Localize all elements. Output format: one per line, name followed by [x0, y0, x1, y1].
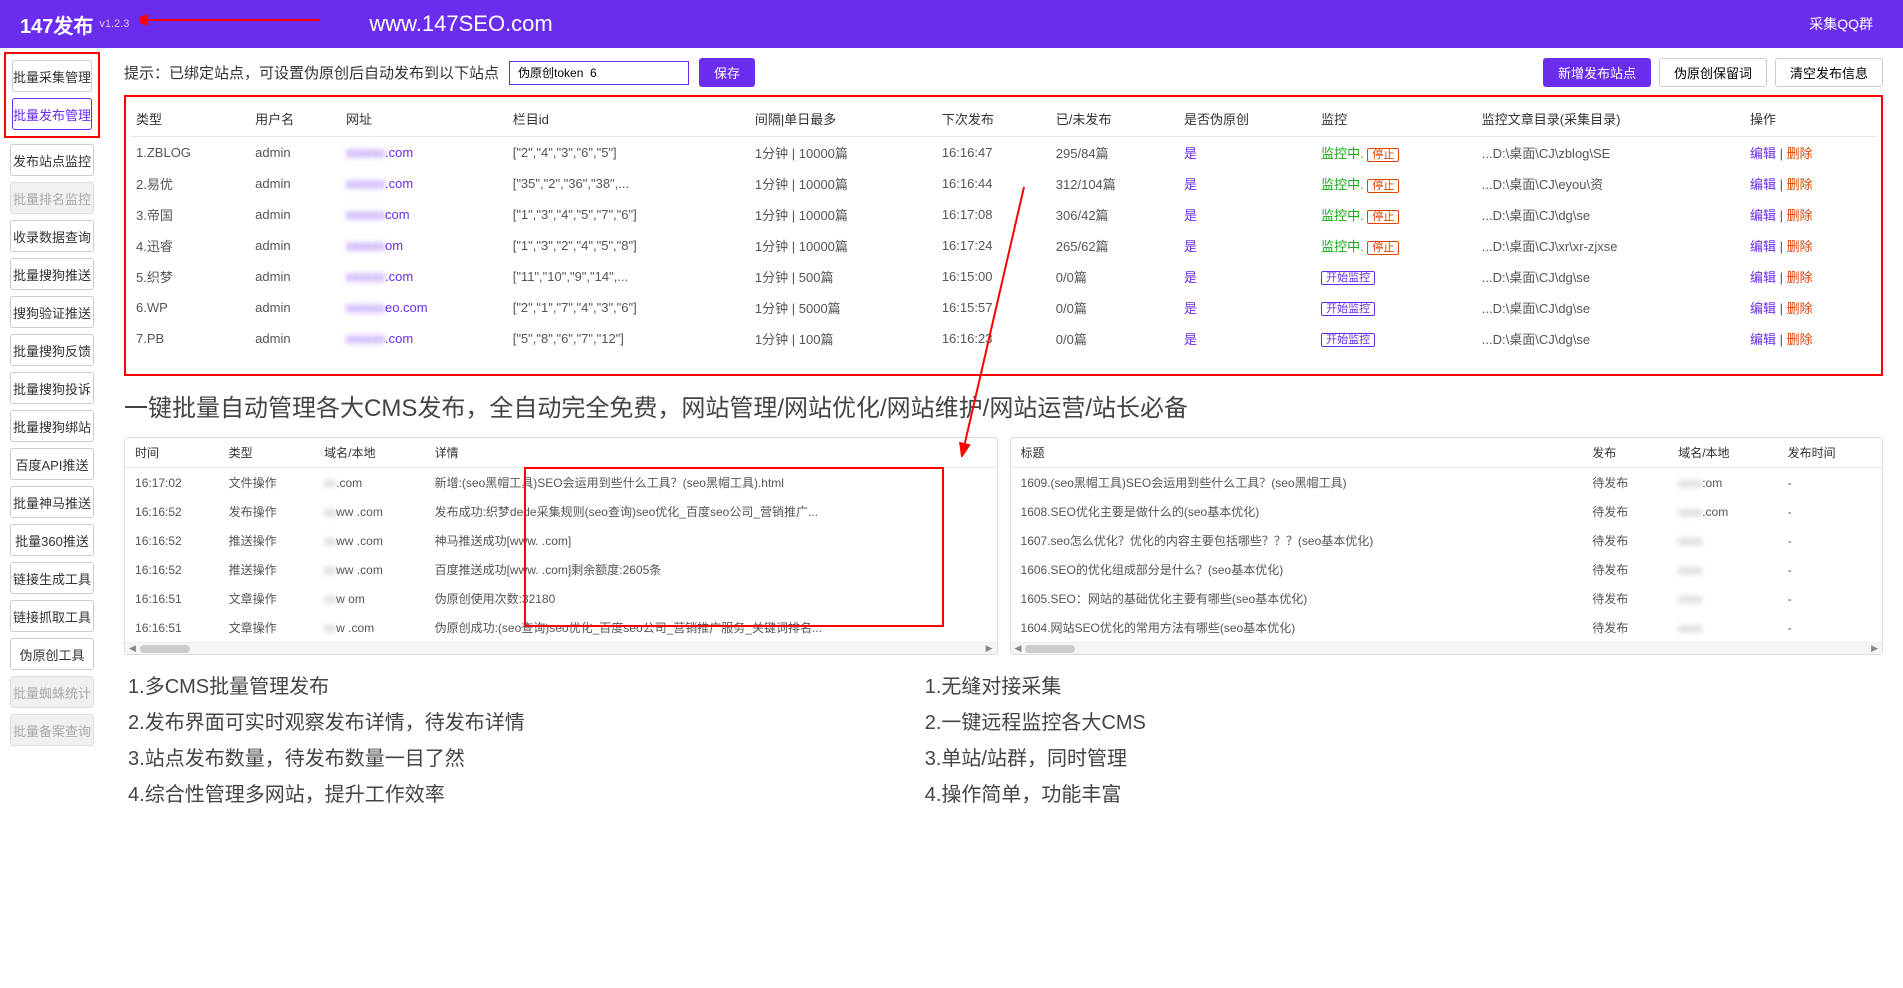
- table-row: 5.织梦adminxxxxxx.com["11","10","9","14",.…: [130, 261, 1877, 292]
- sidebar-item-5[interactable]: 批量搜狗推送: [10, 258, 94, 290]
- col-header: 监控文章目录(采集目录): [1476, 101, 1744, 137]
- delete-link[interactable]: 删除: [1787, 270, 1813, 285]
- stop-monitor-button[interactable]: 停止: [1367, 241, 1399, 255]
- edit-link[interactable]: 编辑: [1750, 270, 1776, 285]
- table-row: 1.ZBLOGadminxxxxxx.com["2","4","3","6","…: [130, 137, 1877, 169]
- sidebar-item-6[interactable]: 搜狗验证推送: [10, 296, 94, 328]
- sidebar-item-3: 批量排名监控: [10, 182, 94, 214]
- stop-monitor-button[interactable]: 停止: [1367, 179, 1399, 193]
- edit-link[interactable]: 编辑: [1750, 208, 1776, 223]
- edit-link[interactable]: 编辑: [1750, 332, 1776, 347]
- app-title: 147发布: [20, 10, 93, 39]
- delete-link[interactable]: 删除: [1787, 332, 1813, 347]
- delete-link[interactable]: 删除: [1787, 146, 1813, 161]
- edit-link[interactable]: 编辑: [1750, 301, 1776, 316]
- clear-button[interactable]: 清空发布信息: [1775, 58, 1883, 87]
- save-button[interactable]: 保存: [699, 58, 755, 87]
- sidebar-item-10[interactable]: 百度API推送: [10, 448, 94, 480]
- log-panel-right: 标题发布域名/本地发布时间1609.(seo黑帽工具)SEO会运用到些什么工具？…: [1010, 437, 1884, 655]
- sidebar-item-17: 批量备案查询: [10, 714, 94, 746]
- table-row: 7.PBadminxxxxxx.com["5","8","6","7","12"…: [130, 323, 1877, 354]
- col-header: 下次发布: [936, 101, 1050, 137]
- scrollbar-left[interactable]: ◀▶: [125, 642, 997, 654]
- start-monitor-button[interactable]: 开始监控: [1321, 271, 1375, 285]
- pending-row: 1606.SEO的优化组成部分是什么？(seo基本优化)待发布xxxx-: [1011, 555, 1883, 584]
- sites-table: 类型用户名网址栏目id间隔|单日最多下次发布已/未发布是否伪原创监控监控文章目录…: [130, 101, 1877, 354]
- feature-col-right: 1.无缝对接采集2.一键远程监控各大CMS3.单站/站群，同时管理4.操作简单，…: [925, 669, 1146, 813]
- sites-table-wrap: 类型用户名网址栏目id间隔|单日最多下次发布已/未发布是否伪原创监控监控文章目录…: [124, 95, 1883, 376]
- col-header: 操作: [1744, 101, 1877, 137]
- token-input[interactable]: [509, 61, 689, 85]
- sidebar: 发布站点监控批量排名监控收录数据查询批量搜狗推送搜狗验证推送批量搜狗反馈批量搜狗…: [4, 138, 100, 752]
- pending-row: 1605.SEO：网站的基础优化主要有哪些(seo基本优化)待发布xxxx-: [1011, 584, 1883, 613]
- edit-link[interactable]: 编辑: [1750, 239, 1776, 254]
- site-url: www.147SEO.com: [369, 11, 552, 37]
- log-row: 16:16:51文章操作xxw om伪原创使用次数:32180: [125, 584, 997, 613]
- app-version: v1.2.3: [99, 18, 129, 30]
- pending-row: 1609.(seo黑帽工具)SEO会运用到些什么工具？(seo黑帽工具)待发布x…: [1011, 468, 1883, 498]
- log-panel-left: 时间类型域名/本地详情16:17:02文件操作xx.com新增:(seo黑帽工具…: [124, 437, 998, 655]
- sidebar-item-8[interactable]: 批量搜狗投诉: [10, 372, 94, 404]
- feature-col-left: 1.多CMS批量管理发布2.发布界面可实时观察发布详情，待发布详情3.站点发布数…: [128, 669, 525, 813]
- log-row: 16:17:02文件操作xx.com新增:(seo黑帽工具)SEO会运用到些什么…: [125, 468, 997, 498]
- sidebar-item-14[interactable]: 链接抓取工具: [10, 600, 94, 632]
- log-row: 16:16:51文章操作xxw .com伪原创成功:(seo查询)seo优化_百…: [125, 613, 997, 642]
- annotation-arrow-1: [140, 10, 320, 30]
- sidebar-item-13[interactable]: 链接生成工具: [10, 562, 94, 594]
- col-header: 栏目id: [507, 101, 749, 137]
- sidebar-item-4[interactable]: 收录数据查询: [10, 220, 94, 252]
- sidebar-item-2[interactable]: 发布站点监控: [10, 144, 94, 176]
- sidebar-item-7[interactable]: 批量搜狗反馈: [10, 334, 94, 366]
- log-row: 16:16:52发布操作xxww .com发布成功:织梦dede采集规则(seo…: [125, 497, 997, 526]
- scrollbar-right[interactable]: ◀▶: [1011, 642, 1883, 654]
- pending-row: 1607.seo怎么优化？优化的内容主要包括哪些？？？(seo基本优化)待发布x…: [1011, 526, 1883, 555]
- keep-words-button[interactable]: 伪原创保留词: [1659, 58, 1767, 87]
- start-monitor-button[interactable]: 开始监控: [1321, 302, 1375, 316]
- edit-link[interactable]: 编辑: [1750, 146, 1776, 161]
- log-row: 16:16:52推送操作xxww .com百度推送成功[www. .com]剩余…: [125, 555, 997, 584]
- subtitle: 一键批量自动管理各大CMS发布，全自动完全免费，网站管理/网站优化/网站维护/网…: [124, 388, 1883, 423]
- start-monitor-button[interactable]: 开始监控: [1321, 333, 1375, 347]
- sidebar-item-1[interactable]: 批量发布管理: [12, 98, 92, 130]
- delete-link[interactable]: 删除: [1787, 301, 1813, 316]
- log-row: 16:16:52推送操作xxww .com神马推送成功[www. .com]: [125, 526, 997, 555]
- log-panels: 时间类型域名/本地详情16:17:02文件操作xx.com新增:(seo黑帽工具…: [124, 437, 1883, 655]
- table-row: 4.迅睿adminxxxxxxom["1","3","2","4","5","8…: [130, 230, 1877, 261]
- app-header: 147发布 v1.2.3 www.147SEO.com 采集QQ群: [0, 0, 1903, 48]
- sidebar-item-12[interactable]: 批量360推送: [10, 524, 94, 556]
- edit-link[interactable]: 编辑: [1750, 177, 1776, 192]
- stop-monitor-button[interactable]: 停止: [1367, 148, 1399, 162]
- col-header: 类型: [130, 101, 249, 137]
- table-row: 3.帝国adminxxxxxxcom["1","3","4","5","7","…: [130, 199, 1877, 230]
- qq-group-link[interactable]: 采集QQ群: [1809, 14, 1873, 34]
- pending-row: 1604.网站SEO优化的常用方法有哪些(seo基本优化)待发布xxxx-: [1011, 613, 1883, 642]
- col-header: 间隔|单日最多: [749, 101, 936, 137]
- stop-monitor-button[interactable]: 停止: [1367, 210, 1399, 224]
- delete-link[interactable]: 删除: [1787, 208, 1813, 223]
- table-row: 6.WPadminxxxxxxeo.com["2","1","7","4","3…: [130, 292, 1877, 323]
- feature-columns: 1.多CMS批量管理发布2.发布界面可实时观察发布详情，待发布详情3.站点发布数…: [124, 669, 1883, 813]
- col-header: 是否伪原创: [1178, 101, 1315, 137]
- table-row: 2.易优adminxxxxxx.com["35","2","36","38",.…: [130, 168, 1877, 199]
- sidebar-item-11[interactable]: 批量神马推送: [10, 486, 94, 518]
- col-header: 用户名: [249, 101, 340, 137]
- sidebar-highlighted: 批量采集管理批量发布管理: [4, 52, 100, 138]
- add-site-button[interactable]: 新增发布站点: [1543, 58, 1651, 87]
- toolbar-hint: 提示：已绑定站点，可设置伪原创后自动发布到以下站点: [124, 62, 499, 83]
- sidebar-item-15[interactable]: 伪原创工具: [10, 638, 94, 670]
- delete-link[interactable]: 删除: [1787, 177, 1813, 192]
- pending-row: 1608.SEO优化主要是做什么的(seo基本优化)待发布xxxx.com-: [1011, 497, 1883, 526]
- col-header: 监控: [1315, 101, 1476, 137]
- sidebar-item-16: 批量蜘蛛统计: [10, 676, 94, 708]
- sidebar-item-9[interactable]: 批量搜狗绑站: [10, 410, 94, 442]
- toolbar: 提示：已绑定站点，可设置伪原创后自动发布到以下站点 保存 新增发布站点 伪原创保…: [124, 58, 1883, 87]
- sidebar-item-0[interactable]: 批量采集管理: [12, 60, 92, 92]
- col-header: 网址: [340, 101, 507, 137]
- col-header: 已/未发布: [1050, 101, 1178, 137]
- delete-link[interactable]: 删除: [1787, 239, 1813, 254]
